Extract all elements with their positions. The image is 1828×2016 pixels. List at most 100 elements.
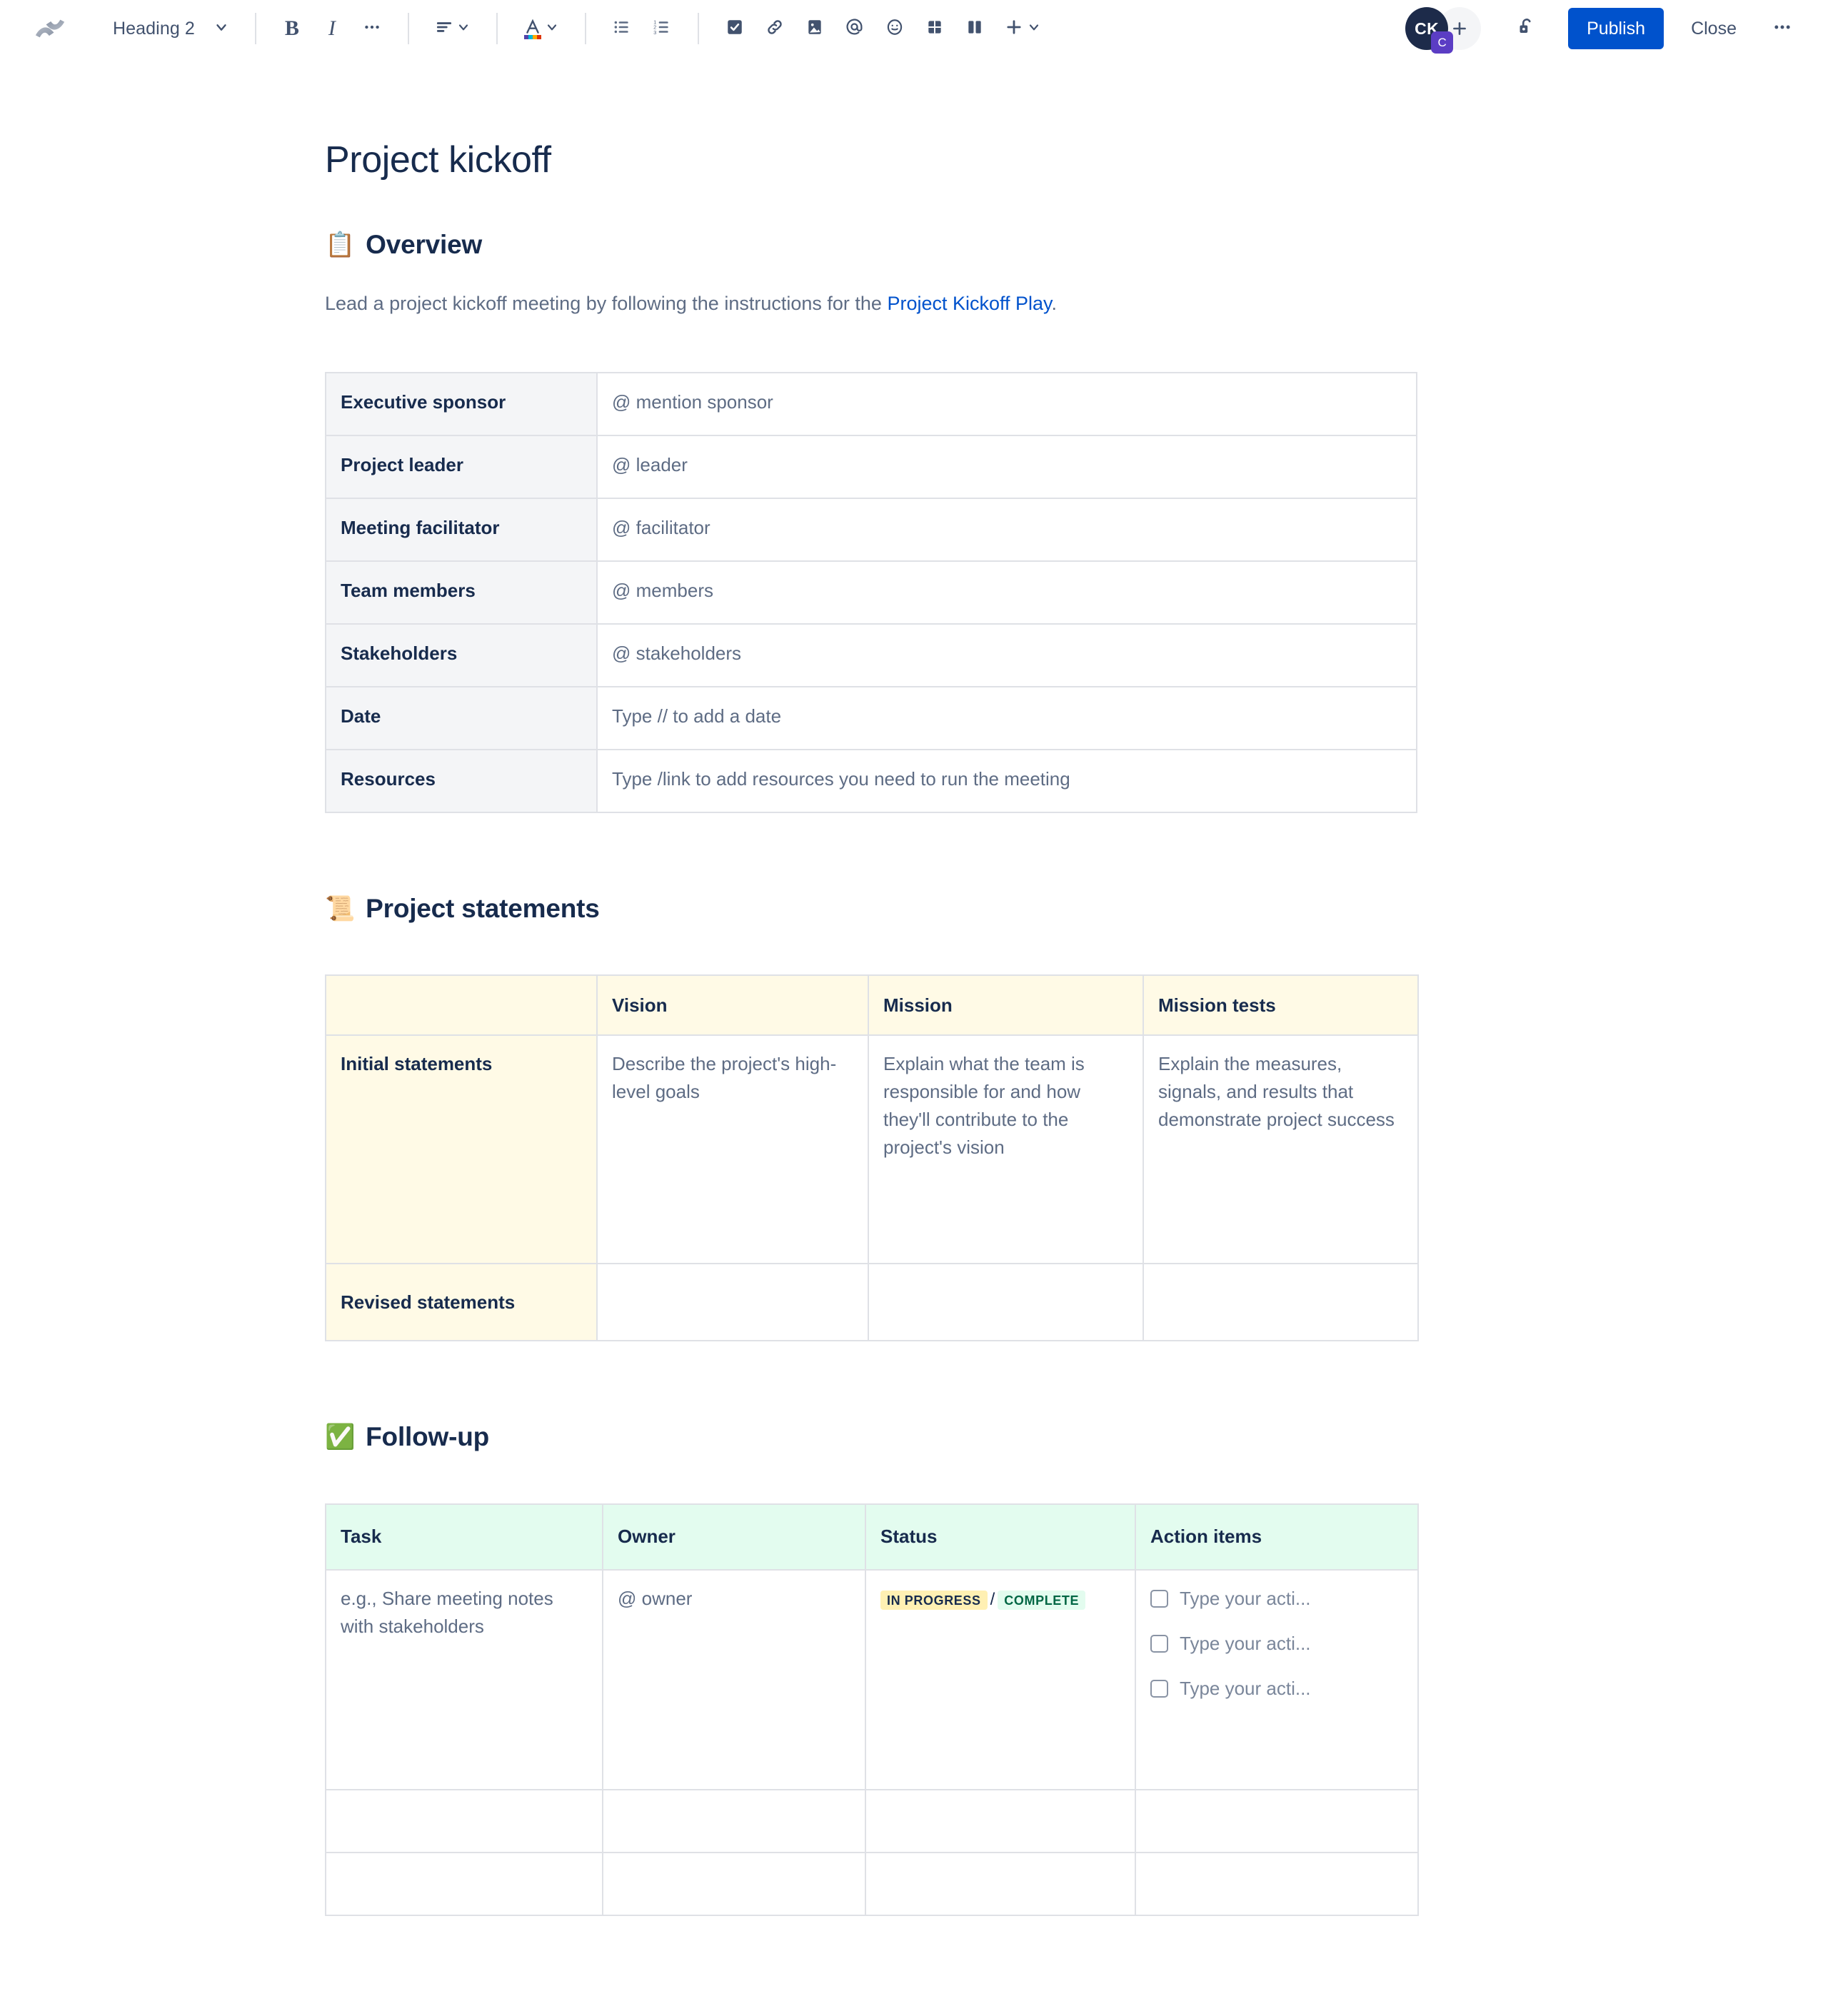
overview-value-cell[interactable]: @ members <box>596 560 1417 625</box>
checkbox-icon[interactable] <box>1150 1634 1168 1653</box>
two-column-layout-icon <box>965 18 984 40</box>
followup-header-status[interactable]: Status <box>865 1503 1136 1571</box>
followup-header-action-items[interactable]: Action items <box>1135 1503 1419 1571</box>
statements-corner-cell[interactable] <box>325 974 598 1037</box>
statements-vision-cell[interactable] <box>596 1263 869 1342</box>
toolbar-divider <box>496 13 498 44</box>
overview-key-cell[interactable]: Meeting facilitator <box>325 497 598 562</box>
table-row: Team members @ members <box>325 560 1417 625</box>
statements-vision-cell[interactable]: Describe the project's high-level goals <box>596 1034 869 1265</box>
followup-action-items-cell[interactable] <box>1135 1788 1419 1853</box>
list-item[interactable]: Type your acti... <box>1150 1675 1403 1703</box>
layout-button[interactable] <box>955 9 995 49</box>
overview-key-cell[interactable]: Resources <box>325 748 598 813</box>
overview-value-cell[interactable]: Type // to add a date <box>596 685 1417 750</box>
followup-header-owner[interactable]: Owner <box>602 1503 866 1571</box>
document-body: Project kickoff 📋 Overview Lead a projec… <box>325 57 1419 1916</box>
emoji-button[interactable] <box>875 9 915 49</box>
action-item-button[interactable] <box>715 9 755 49</box>
bold-button[interactable]: B <box>272 9 312 49</box>
overview-value-cell[interactable]: Type /link to add resources you need to … <box>596 748 1417 813</box>
overview-key-cell[interactable]: Project leader <box>325 434 598 499</box>
link-button[interactable] <box>755 9 795 49</box>
overview-value-cell[interactable]: @ leader <box>596 434 1417 499</box>
followup-status-cell[interactable] <box>865 1851 1136 1916</box>
plus-icon <box>1004 17 1024 41</box>
italic-button[interactable]: I <box>312 9 352 49</box>
toolbar-divider <box>407 13 409 44</box>
statements-mission-cell[interactable] <box>868 1263 1144 1342</box>
more-options-button[interactable] <box>1762 9 1802 49</box>
more-formatting-button[interactable] <box>352 9 392 49</box>
status-badge-complete[interactable]: COMPLETE <box>998 1590 1086 1610</box>
text-style-dropdown[interactable]: Heading 2 <box>103 9 239 49</box>
statements-row-label[interactable]: Revised statements <box>325 1263 598 1342</box>
list-item[interactable]: Type your acti... <box>1150 1585 1403 1613</box>
project-kickoff-play-link[interactable]: Project Kickoff Play <box>887 293 1051 314</box>
link-icon <box>765 18 784 40</box>
checkbox-icon[interactable] <box>1150 1589 1168 1608</box>
followup-header-task[interactable]: Task <box>325 1503 603 1571</box>
followup-action-items-cell[interactable]: Type your acti... Type your acti... Type… <box>1135 1568 1419 1790</box>
overview-key-cell[interactable]: Date <box>325 685 598 750</box>
table-button[interactable] <box>915 9 955 49</box>
mention-button[interactable] <box>835 9 875 49</box>
insert-more-button[interactable] <box>995 9 1050 49</box>
overview-key-cell[interactable]: Stakeholders <box>325 623 598 687</box>
followup-owner-cell[interactable] <box>602 1788 866 1853</box>
table-row: Stakeholders @ stakeholders <box>325 623 1417 687</box>
italic-icon: I <box>328 16 336 40</box>
overview-value-cell[interactable]: @ stakeholders <box>596 623 1417 687</box>
statements-header-vision[interactable]: Vision <box>596 974 869 1037</box>
statements-header-mission[interactable]: Mission <box>868 974 1144 1037</box>
publish-button[interactable]: Publish <box>1568 8 1664 49</box>
statements-mission-tests-cell[interactable] <box>1142 1263 1419 1342</box>
followup-task-cell[interactable] <box>325 1788 603 1853</box>
followup-status-cell[interactable] <box>865 1788 1136 1853</box>
table-row: Revised statements <box>325 1263 1419 1342</box>
section-heading-label: Overview <box>366 230 483 260</box>
table-row: Meeting facilitator @ facilitator <box>325 497 1417 562</box>
collaborator-avatars: CK C <box>1405 7 1482 54</box>
text-color-button[interactable] <box>513 9 569 49</box>
statements-mission-cell[interactable]: Explain what the team is responsible for… <box>868 1034 1144 1265</box>
checkbox-icon[interactable] <box>1150 1679 1168 1698</box>
bullet-list-button[interactable] <box>602 9 642 49</box>
page-title[interactable]: Project kickoff <box>325 139 1417 181</box>
followup-status-cell[interactable]: IN PROGRESS / COMPLETE <box>865 1568 1136 1790</box>
project-statements-table: Vision Mission Mission tests Initial sta… <box>325 974 1419 1342</box>
section-heading-label: Project statements <box>366 893 600 923</box>
followup-owner-cell[interactable]: @ owner <box>602 1568 866 1790</box>
table-row <box>325 1851 1419 1916</box>
followup-action-items-cell[interactable] <box>1135 1851 1419 1916</box>
lead-text-before: Lead a project kickoff meeting by follow… <box>325 292 888 314</box>
clipboard-emoji: 📋 <box>325 231 356 259</box>
overview-key-cell[interactable]: Team members <box>325 560 598 625</box>
overview-key-cell[interactable]: Executive sponsor <box>325 371 598 436</box>
followup-task-cell[interactable] <box>325 1851 603 1916</box>
image-button[interactable] <box>795 9 835 49</box>
list-item[interactable]: Type your acti... <box>1150 1630 1403 1658</box>
statements-row-label[interactable]: Initial statements <box>325 1034 598 1265</box>
overview-value-cell[interactable]: @ mention sponsor <box>596 371 1417 436</box>
statements-mission-tests-cell[interactable]: Explain the measures, signals, and resul… <box>1142 1034 1419 1265</box>
restrictions-button[interactable] <box>1507 9 1547 49</box>
action-item-label: Type your acti... <box>1180 1677 1311 1699</box>
followup-task-cell[interactable]: e.g., Share meeting notes with stakehold… <box>325 1568 603 1790</box>
align-left-icon <box>435 18 453 40</box>
close-button[interactable]: Close <box>1675 8 1752 49</box>
table-row: Executive sponsor @ mention sponsor <box>325 371 1417 436</box>
text-style-label: Heading 2 <box>113 18 195 39</box>
table-header-row: Vision Mission Mission tests <box>325 974 1419 1037</box>
status-badge-in-progress[interactable]: IN PROGRESS <box>880 1590 988 1610</box>
ellipsis-icon <box>1772 17 1792 41</box>
chevron-down-icon <box>456 20 471 38</box>
followup-owner-cell[interactable] <box>602 1851 866 1916</box>
table-row: Resources Type /link to add resources yo… <box>325 748 1417 813</box>
numbered-list-button[interactable]: 1 2 3 <box>642 9 682 49</box>
confluence-logo-icon[interactable] <box>30 9 70 49</box>
statements-header-mission-tests[interactable]: Mission tests <box>1142 974 1419 1037</box>
overview-value-cell[interactable]: @ facilitator <box>596 497 1417 562</box>
text-alignment-button[interactable] <box>425 9 481 49</box>
